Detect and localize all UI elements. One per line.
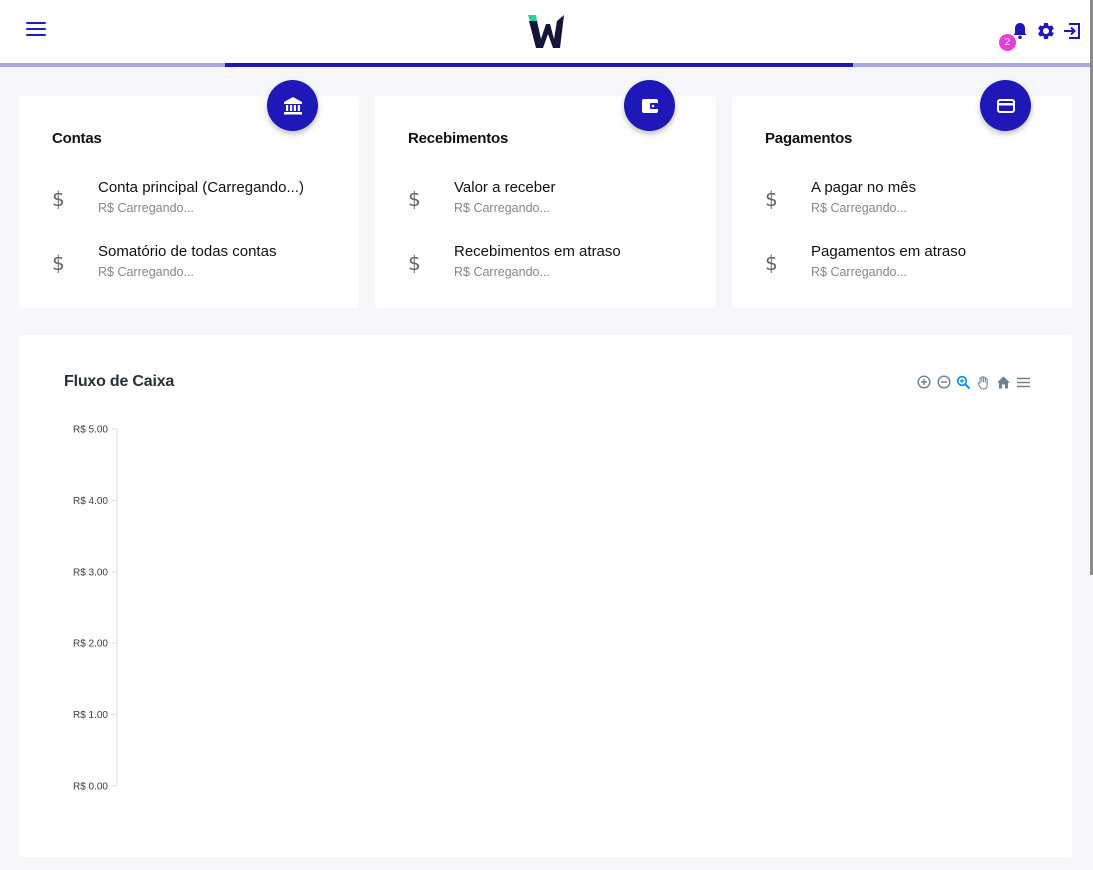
y-tick-label: R$ 3.00 (73, 567, 108, 578)
item-value: R$ Carregando... (454, 265, 550, 279)
item-label: Somatório de todas contas (98, 243, 277, 260)
dollar-icon: $ (765, 251, 778, 275)
dollar-icon: $ (52, 251, 65, 275)
list-item: $ Valor a receber R$ Carregando... (408, 178, 698, 218)
notification-badge: 2 (999, 34, 1016, 51)
bank-icon[interactable] (267, 80, 318, 131)
y-tick-label: R$ 2.00 (73, 639, 108, 650)
item-label: Pagamentos em atraso (811, 243, 967, 260)
item-value: R$ Carregando... (811, 265, 907, 279)
item-value: R$ Carregando... (811, 201, 907, 215)
logout-icon[interactable] (1062, 21, 1082, 41)
item-label: Recebimentos em atraso (454, 243, 621, 260)
item-value: R$ Carregando... (98, 265, 194, 279)
card-recebimentos: Recebimentos $ Valor a receber R$ Carreg… (375, 80, 716, 308)
list-item: $ A pagar no mês R$ Carregando... (765, 178, 1055, 218)
y-tick-label: R$ 5.00 (73, 425, 108, 436)
dollar-icon: $ (408, 251, 421, 275)
card-pagamentos: Pagamentos $ A pagar no mês R$ Carregand… (732, 80, 1072, 308)
card-title: Contas (52, 130, 102, 147)
wallet-icon[interactable] (624, 80, 675, 131)
loading-progress-fill (225, 63, 853, 67)
card-title: Pagamentos (765, 130, 853, 147)
list-item: $ Somatório de todas contas R$ Carregand… (52, 242, 342, 282)
item-value: R$ Carregando... (454, 201, 550, 215)
y-tick-label: R$ 0.00 (73, 782, 108, 793)
y-tick-label: R$ 1.00 (73, 710, 108, 721)
item-label: A pagar no mês (811, 179, 917, 196)
list-item: $ Conta principal (Carregando...) R$ Car… (52, 178, 342, 218)
item-label: Conta principal (Carregando...) (98, 179, 304, 196)
cash-flow-chart-card: Fluxo de Caixa R$ 0.00 R$ 1.00 R$ 2.00 R$ 3… (19, 335, 1072, 857)
top-app-bar: 2 (0, 0, 1093, 63)
item-label: Valor a receber (454, 179, 556, 196)
list-item: $ Recebimentos em atraso R$ Carregando..… (408, 242, 698, 282)
menu-icon[interactable] (26, 22, 46, 40)
y-tick-label: R$ 4.00 (73, 496, 108, 507)
item-value: R$ Carregando... (98, 201, 194, 215)
gear-icon[interactable] (1036, 21, 1056, 41)
dollar-icon: $ (408, 187, 421, 211)
card-title: Recebimentos (408, 130, 509, 147)
dollar-icon: $ (52, 187, 65, 211)
list-item: $ Pagamentos em atraso R$ Carregando... (765, 242, 1055, 282)
cash-flow-chart: R$ 0.00 R$ 1.00 R$ 2.00 R$ 3.00 R$ 4.00 R$ 5.… (73, 425, 118, 793)
card-contas: Contas $ Conta principal (Carregando...)… (19, 80, 359, 308)
credit-card-icon[interactable] (980, 80, 1031, 131)
logo-icon (528, 15, 564, 48)
dollar-icon: $ (765, 187, 778, 211)
